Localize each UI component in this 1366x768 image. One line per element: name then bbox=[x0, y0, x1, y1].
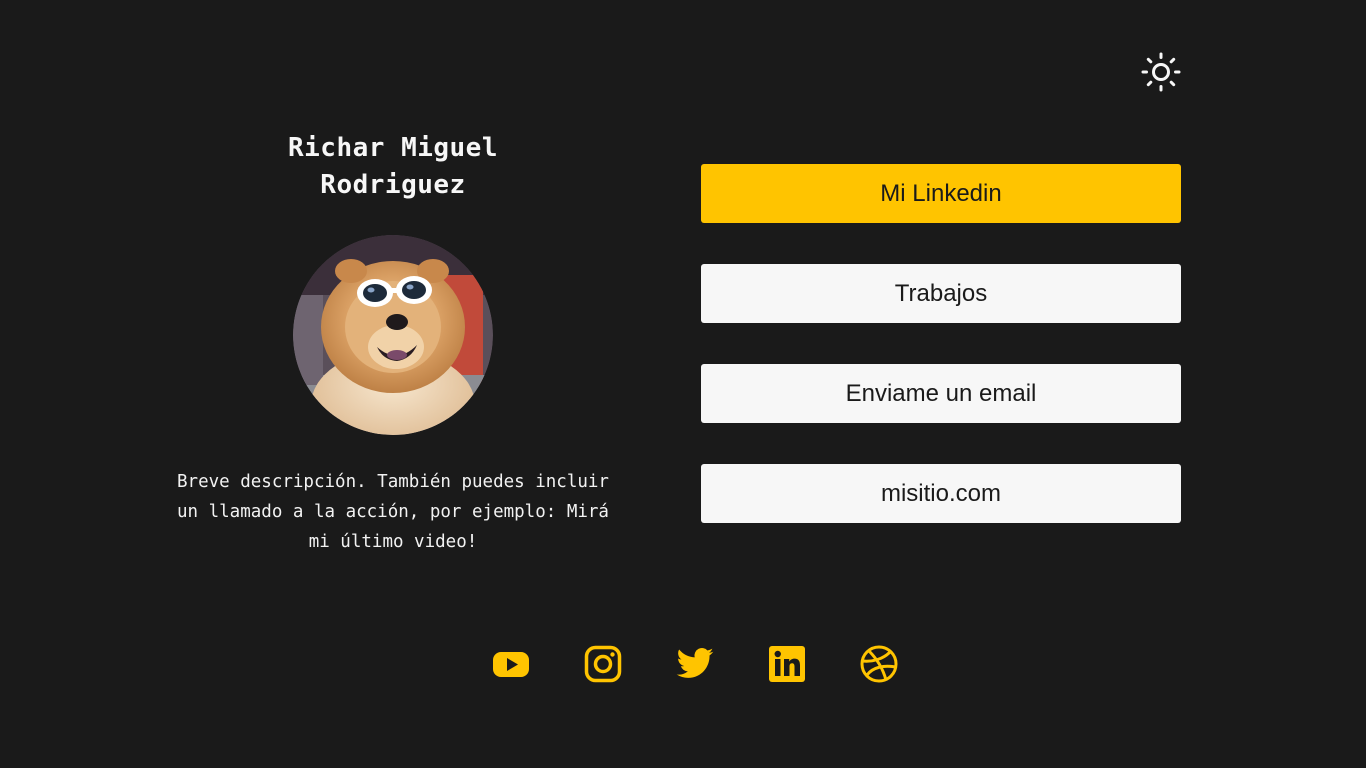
twitter-link[interactable] bbox=[674, 643, 716, 685]
email-link-button[interactable]: Enviame un email bbox=[701, 364, 1181, 423]
trabajos-link-button[interactable]: Trabajos bbox=[701, 264, 1181, 323]
instagram-icon bbox=[584, 645, 622, 683]
profile-description: Breve descripción. También puedes inclui… bbox=[177, 472, 609, 552]
twitter-icon bbox=[676, 648, 714, 678]
theme-toggle-button[interactable] bbox=[1138, 49, 1184, 95]
profile-section: Richar Miguel Rodriguez Breve descripció… bbox=[170, 130, 616, 557]
linkedin-link[interactable] bbox=[766, 643, 808, 685]
dribbble-link[interactable] bbox=[858, 643, 900, 685]
avatar-dog-image bbox=[293, 235, 493, 435]
sun-icon bbox=[1141, 52, 1181, 92]
social-links bbox=[490, 643, 900, 685]
youtube-link[interactable] bbox=[490, 643, 532, 685]
link-list: Mi Linkedin Trabajos Enviame un email mi… bbox=[701, 164, 1181, 564]
linkedin-icon bbox=[769, 646, 805, 682]
linkedin-link-button[interactable]: Mi Linkedin bbox=[701, 164, 1181, 223]
website-link-button[interactable]: misitio.com bbox=[701, 464, 1181, 523]
instagram-link[interactable] bbox=[582, 643, 624, 685]
youtube-icon bbox=[493, 652, 529, 677]
dribbble-icon bbox=[860, 645, 898, 683]
avatar bbox=[293, 235, 493, 435]
profile-name: Richar Miguel Rodriguez bbox=[288, 133, 498, 200]
